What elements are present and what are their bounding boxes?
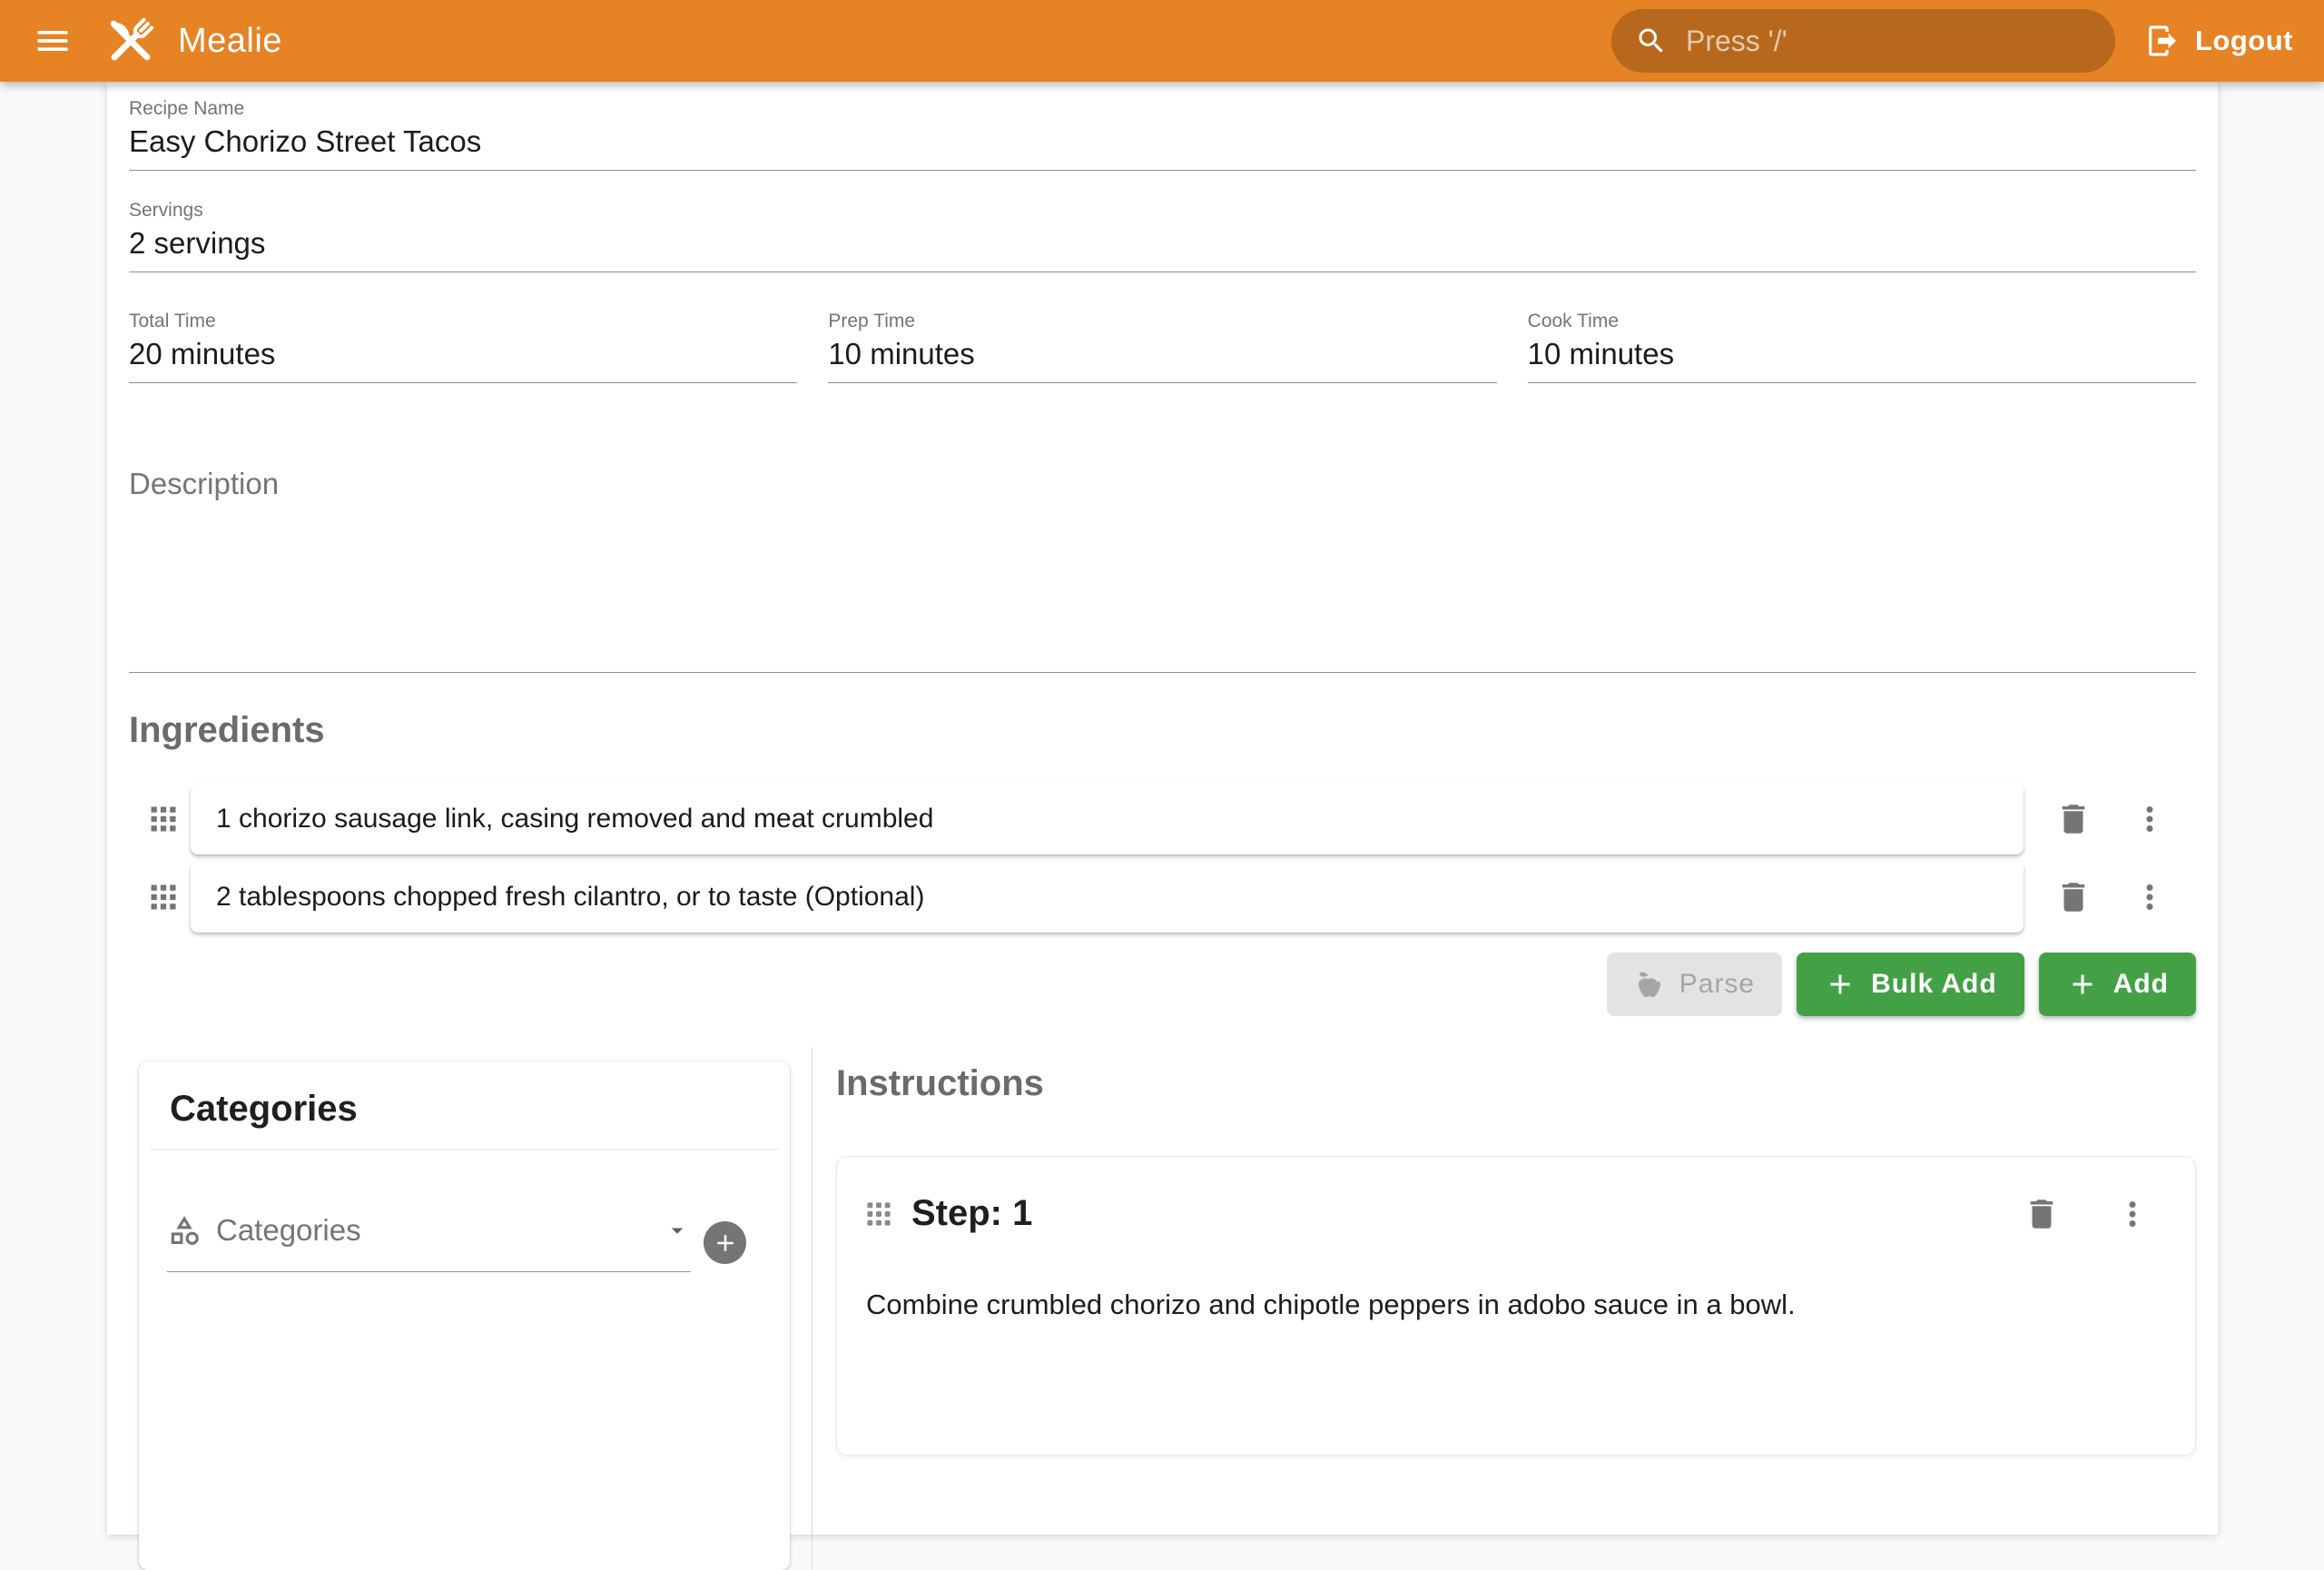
app-bar: Mealie Logout: [0, 0, 2324, 82]
total-time-input[interactable]: [129, 333, 797, 382]
prep-time-input[interactable]: [828, 333, 1496, 382]
menu-icon: [33, 21, 73, 61]
drag-handle-icon[interactable]: [150, 805, 177, 833]
prep-time-label: Prep Time: [828, 309, 1496, 333]
categories-select-row: Categories: [167, 1213, 746, 1272]
step-title: Step: 1: [911, 1193, 1032, 1234]
logout-label: Logout: [2195, 25, 2293, 57]
kebab-menu-icon: [2113, 1195, 2152, 1233]
servings-field: Servings: [129, 198, 2196, 272]
app-title: Mealie: [178, 22, 282, 61]
delete-icon: [2054, 878, 2093, 916]
search-icon: [1635, 25, 1668, 57]
categories-divider: [150, 1149, 779, 1150]
ingredient-input[interactable]: [214, 881, 2000, 913]
plus-icon: [712, 1229, 739, 1257]
total-time-label: Total Time: [129, 309, 797, 333]
bulk-add-button[interactable]: Bulk Add: [1797, 953, 2024, 1016]
cook-time-field: Cook Time: [1528, 309, 2196, 383]
cook-time-label: Cook Time: [1528, 309, 2196, 333]
kebab-menu-icon: [2131, 878, 2169, 916]
ingredient-input-card: [191, 862, 2024, 933]
add-ingredient-button[interactable]: Add: [2039, 953, 2196, 1016]
logout-button[interactable]: Logout: [2141, 15, 2297, 66]
ingredient-actions: Parse Bulk Add Add: [129, 953, 2196, 1016]
ingredients-list: [129, 784, 2196, 933]
prep-time-field: Prep Time: [828, 309, 1496, 383]
ingredient-input-card: [191, 784, 2024, 854]
ingredients-heading: Ingredients: [129, 706, 2196, 754]
parse-button[interactable]: Parse: [1607, 953, 1782, 1016]
plus-icon: [2066, 968, 2099, 1001]
add-label: Add: [2113, 969, 2169, 1000]
delete-icon: [2023, 1195, 2061, 1233]
categories-select[interactable]: Categories: [167, 1213, 691, 1272]
description-label: Description: [129, 465, 2196, 503]
step-text-input[interactable]: Combine crumbled chorizo and chipotle pe…: [866, 1285, 2168, 1324]
times-row: Total Time Prep Time Cook Time: [129, 309, 2196, 383]
delete-icon: [2054, 800, 2093, 838]
instructions-column: Instructions Step: 1: [812, 1047, 2196, 1570]
ingredient-row: [129, 862, 2196, 933]
instructions-heading: Instructions: [836, 1060, 2196, 1107]
step-header: Step: 1: [866, 1193, 2168, 1234]
recipe-editor-card: Recipe Name Servings Total Time Prep Tim…: [107, 82, 2218, 1535]
menu-button[interactable]: [27, 15, 78, 66]
kebab-menu-icon: [2131, 800, 2169, 838]
description-field[interactable]: Description: [129, 465, 2196, 673]
ingredient-menu-button[interactable]: [2131, 800, 2169, 838]
categories-column: Categories Categories: [129, 1047, 812, 1570]
instruction-step-card: Step: 1 Combine crumbled chorizo and chi…: [836, 1156, 2196, 1456]
servings-input[interactable]: [129, 222, 2196, 272]
ingredient-row: [129, 784, 2196, 854]
categories-card-title: Categories: [139, 1083, 790, 1134]
recipe-name-input[interactable]: [129, 121, 2196, 170]
shapes-icon: [167, 1213, 202, 1248]
delete-ingredient-button[interactable]: [2054, 800, 2093, 838]
search-input[interactable]: [1684, 24, 2093, 59]
delete-ingredient-button[interactable]: [2054, 878, 2093, 916]
servings-label: Servings: [129, 198, 2196, 222]
caret-down-icon: [664, 1217, 691, 1244]
ingredient-menu-button[interactable]: [2131, 878, 2169, 916]
recipe-name-label: Recipe Name: [129, 96, 2196, 121]
drag-handle-icon[interactable]: [866, 1201, 891, 1227]
add-category-button[interactable]: [704, 1221, 746, 1264]
bottom-section: Categories Categories Instruct: [129, 1047, 2196, 1570]
parse-label: Parse: [1679, 969, 1755, 1000]
step-menu-button[interactable]: [2113, 1195, 2152, 1233]
drag-handle-icon[interactable]: [150, 884, 177, 911]
categories-select-label: Categories: [216, 1213, 361, 1248]
plus-icon: [1824, 968, 1856, 1001]
mealie-logo-icon: [102, 12, 160, 70]
search-bar[interactable]: [1611, 9, 2115, 73]
recipe-name-field: Recipe Name: [129, 96, 2196, 171]
ingredient-input[interactable]: [214, 803, 2000, 835]
cook-time-input[interactable]: [1528, 333, 2196, 382]
bulk-add-label: Bulk Add: [1871, 969, 1997, 1000]
logout-icon: [2144, 23, 2181, 59]
total-time-field: Total Time: [129, 309, 797, 383]
description-input-area[interactable]: [129, 503, 2196, 672]
food-apple-icon: [1634, 969, 1665, 1000]
categories-card: Categories Categories: [139, 1061, 790, 1570]
delete-step-button[interactable]: [2023, 1195, 2061, 1233]
